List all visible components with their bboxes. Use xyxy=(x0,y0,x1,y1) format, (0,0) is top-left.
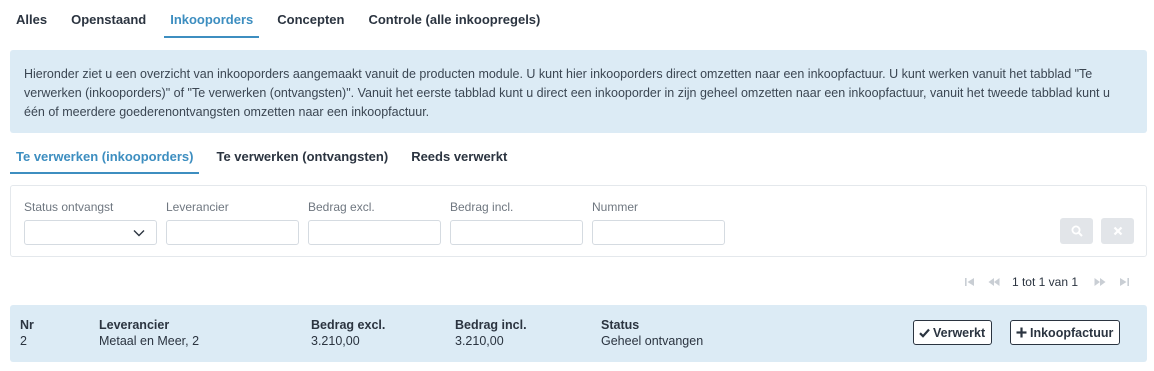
column-header-bedrag-incl: Bedrag incl. xyxy=(455,318,527,332)
next-page-icon[interactable] xyxy=(1094,276,1106,288)
search-button[interactable] xyxy=(1060,218,1093,244)
previous-page-icon[interactable] xyxy=(988,276,1000,288)
tab-openstaand[interactable]: Openstaand xyxy=(65,12,152,38)
cell-bedrag-excl: 3.210,00 xyxy=(311,334,360,348)
bedrag-incl-label: Bedrag incl. xyxy=(450,200,514,214)
column-header-status: Status xyxy=(601,318,640,332)
filter-leverancier: Leverancier xyxy=(166,200,299,245)
tab-concepten[interactable]: Concepten xyxy=(271,12,350,38)
status-ontvangst-label: Status ontvangst xyxy=(24,200,114,214)
plus-icon xyxy=(1016,327,1027,338)
top-tabs: Alles Openstaand Inkooporders Concepten … xyxy=(10,0,558,38)
nummer-label: Nummer xyxy=(592,200,639,214)
table-row: Nr 2 Leverancier Metaal en Meer, 2 Bedra… xyxy=(10,305,1147,362)
bedrag-incl-input[interactable] xyxy=(450,220,583,245)
info-text: Hieronder ziet u een overzicht van inkoo… xyxy=(24,67,1110,119)
filter-bedrag-incl: Bedrag incl. xyxy=(450,200,583,245)
verwerkt-button[interactable]: Verwerkt xyxy=(913,320,993,345)
tab-inkooporders[interactable]: Inkooporders xyxy=(164,12,260,38)
filter-nummer: Nummer xyxy=(592,200,725,245)
inkoopfactuur-label: Inkoopfactuur xyxy=(1030,325,1114,340)
first-page-icon[interactable] xyxy=(964,276,976,288)
cell-status: Geheel ontvangen xyxy=(601,334,704,348)
col-bedrag-excl: Bedrag excl. 3.210,00 xyxy=(311,317,385,349)
verwerkt-label: Verwerkt xyxy=(933,325,986,340)
nummer-input[interactable] xyxy=(592,220,725,245)
col-bedrag-incl: Bedrag incl. 3.210,00 xyxy=(455,317,527,349)
leverancier-input[interactable] xyxy=(166,220,299,245)
leverancier-label: Leverancier xyxy=(166,200,229,214)
col-nr: Nr 2 xyxy=(20,317,34,349)
pager-text: 1 tot 1 van 1 xyxy=(1011,275,1078,289)
inkoopfactuur-button[interactable]: Inkoopfactuur xyxy=(1010,320,1121,345)
tab-alles[interactable]: Alles xyxy=(10,12,53,38)
pagination: 1 tot 1 van 1 xyxy=(958,274,1136,290)
tab-te-verwerken-inkooporders[interactable]: Te verwerken (inkooporders) xyxy=(10,149,200,174)
bedrag-excl-input[interactable] xyxy=(308,220,441,245)
filter-panel: Status ontvangst Leverancier Bedrag excl… xyxy=(10,185,1147,257)
info-box: Hieronder ziet u een overzicht van inkoo… xyxy=(10,50,1147,133)
cell-leverancier: Metaal en Meer, 2 xyxy=(99,334,200,348)
column-header-leverancier: Leverancier xyxy=(99,318,170,332)
clear-filter-button[interactable] xyxy=(1101,218,1134,244)
tab-controle[interactable]: Controle (alle inkoopregels) xyxy=(362,12,546,38)
col-leverancier: Leverancier Metaal en Meer, 2 xyxy=(99,317,199,349)
status-ontvangst-select[interactable] xyxy=(24,220,157,245)
last-page-icon[interactable] xyxy=(1118,276,1130,288)
filter-status: Status ontvangst xyxy=(24,200,157,245)
cell-nr: 2 xyxy=(20,334,27,348)
tab-te-verwerken-ontvangsten[interactable]: Te verwerken (ontvangsten) xyxy=(210,149,394,174)
col-status: Status Geheel ontvangen xyxy=(601,317,703,349)
close-icon xyxy=(1113,226,1122,236)
bedrag-excl-label: Bedrag excl. xyxy=(308,200,375,214)
column-header-bedrag-excl: Bedrag excl. xyxy=(311,318,386,332)
cell-bedrag-incl: 3.210,00 xyxy=(455,334,504,348)
filter-bedrag-excl: Bedrag excl. xyxy=(308,200,441,245)
sub-tabs: Te verwerken (inkooporders) Te verwerken… xyxy=(10,142,524,174)
check-icon xyxy=(919,328,930,338)
column-header-nr: Nr xyxy=(20,318,34,332)
search-icon xyxy=(1071,225,1083,237)
tab-reeds-verwerkt[interactable]: Reeds verwerkt xyxy=(405,149,513,174)
chevron-down-icon xyxy=(133,230,145,237)
